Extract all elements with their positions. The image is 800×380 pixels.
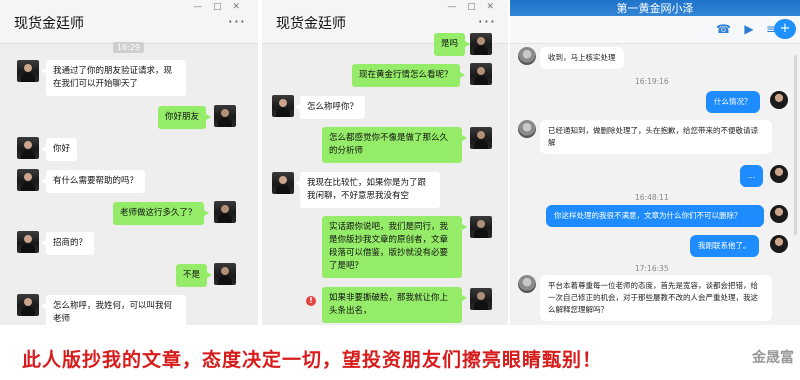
window-controls[interactable]: — □ ✕ <box>447 2 498 12</box>
message-bubble: 怎么都感觉你不像是做了那么久的分析师 <box>322 127 467 163</box>
self-avatar[interactable] <box>770 235 788 253</box>
timestamp: 16:48:11 <box>635 193 669 202</box>
chat-title: 现货金廷师 <box>14 16 84 32</box>
more-options-icon[interactable]: ··· <box>478 12 496 31</box>
message-bubble: 什么情况？ <box>706 91 760 113</box>
message-bubble: 你好 <box>40 138 78 161</box>
phone-icon[interactable]: ☎ <box>716 22 731 36</box>
message-bubble: 怎么称呼你？ <box>294 96 366 119</box>
timestamp: 16:19:16 <box>635 77 669 86</box>
contact-avatar[interactable] <box>518 47 536 65</box>
message-bubble: 我通过了你的朋友验证请求，现在我们可以开始聊天了 <box>41 60 186 96</box>
message-bubble: 我刚联系他了。 <box>690 235 759 257</box>
chat-header: 第一黄金网小泽 ☎ ▶ ≡ + <box>510 0 800 44</box>
message-bubble: 你这样处理的我很不满意，文章为什么你们不可以删除？ <box>546 205 764 227</box>
send-failed-icon[interactable]: ! <box>306 296 316 306</box>
timestamp: 16:29 <box>113 42 145 53</box>
message-bubble: 有什么需要帮助的吗？ <box>40 170 146 193</box>
self-avatar[interactable] <box>470 216 492 238</box>
self-avatar[interactable] <box>214 105 236 127</box>
contact-avatar[interactable] <box>272 95 294 117</box>
chat-toolbar <box>510 16 800 44</box>
chat-panel-right: 第一黄金网小泽 ☎ ▶ ≡ + 收到，马上核实处理 16:19:16 什么情况？… <box>510 0 800 325</box>
message-bubble: 现在黄金行情怎么看呢？ <box>352 64 465 87</box>
timestamp: 17:16:35 <box>635 264 669 273</box>
contact-avatar[interactable] <box>272 172 294 194</box>
caption-text: 此人版抄我的文章，态度决定一切，望投资朋友们擦亮眼睛甄别！ <box>22 349 603 371</box>
message-bubble: 我现在比较忙，如果你是为了跟我闲聊，不好意思我没有空 <box>295 172 440 208</box>
video-call-icon[interactable]: ▶ <box>742 22 756 36</box>
self-avatar[interactable] <box>470 63 492 85</box>
more-options-icon[interactable]: ··· <box>228 12 246 31</box>
message-bubble: 平台本着尊重每一位老师的态度，首先是宽容，谈都会把错，给一次自己修正的机会，对于… <box>540 275 772 321</box>
self-avatar[interactable] <box>770 165 788 183</box>
chat-title: 现货金廷师 <box>276 16 346 32</box>
message-bubble: 不是 <box>176 264 213 287</box>
chat-title: 第一黄金网小泽 <box>616 2 694 15</box>
self-avatar[interactable] <box>214 201 236 223</box>
window-controls[interactable]: — □ ✕ <box>193 2 244 12</box>
message-bubble: 如果非要撕破脸，那我就让你上头条出名， <box>322 287 467 323</box>
message-bubble: 怎么称呼，我姓何，可以叫我何老师 <box>41 295 186 325</box>
message-bubble: ... <box>740 165 764 187</box>
self-avatar[interactable] <box>770 91 788 109</box>
self-avatar[interactable] <box>470 288 492 310</box>
chat-header: — □ ✕ 现货金廷师 ··· <box>0 0 258 44</box>
contact-avatar[interactable] <box>17 169 39 191</box>
self-avatar[interactable] <box>214 263 236 285</box>
contact-avatar[interactable] <box>17 294 39 316</box>
self-avatar[interactable] <box>470 127 492 149</box>
scrollbar[interactable] <box>794 55 797 235</box>
watermark: 金晟富 <box>752 350 794 366</box>
self-avatar[interactable] <box>470 33 492 55</box>
self-avatar[interactable] <box>770 205 788 223</box>
message-bubble: 是吗 <box>434 33 471 56</box>
message-bubble: 已经通知到，做删除处理了，头在抱歉，给您带来的不便敬请谅解 <box>540 120 772 154</box>
message-bubble: 你好朋友 <box>158 106 212 129</box>
caption-bar: 此人版抄我的文章，态度决定一切，望投资朋友们擦亮眼睛甄别！ 金晟富 <box>0 325 800 380</box>
message-bubble: 实话跟你说吧，我们是同行，我是你版抄我文章的原创者，文章段落可以借鉴，版抄就没有… <box>322 216 467 278</box>
contact-avatar[interactable] <box>518 275 536 293</box>
message-bubble: 收到，马上核实处理 <box>540 47 624 69</box>
message-bubble: 老师做这行多久了？ <box>113 202 209 225</box>
contact-avatar[interactable] <box>17 231 39 253</box>
chat-panel-middle: — □ ✕ 现货金廷师 ··· 是吗 现在黄金行情怎么看呢？ 怎么称呼你？ 怎么… <box>262 0 508 325</box>
add-member-button[interactable]: + <box>774 19 796 39</box>
contact-avatar[interactable] <box>17 137 39 159</box>
message-bubble: 招商的？ <box>40 232 95 255</box>
contact-avatar[interactable] <box>518 120 536 138</box>
chat-panel-left: — □ ✕ 现货金廷师 ··· 16:29 我通过了你的朋友验证请求，现在我们可… <box>0 0 258 325</box>
contact-avatar[interactable] <box>17 60 39 82</box>
screenshot-collage: — □ ✕ 现货金廷师 ··· 16:29 我通过了你的朋友验证请求，现在我们可… <box>0 0 800 380</box>
